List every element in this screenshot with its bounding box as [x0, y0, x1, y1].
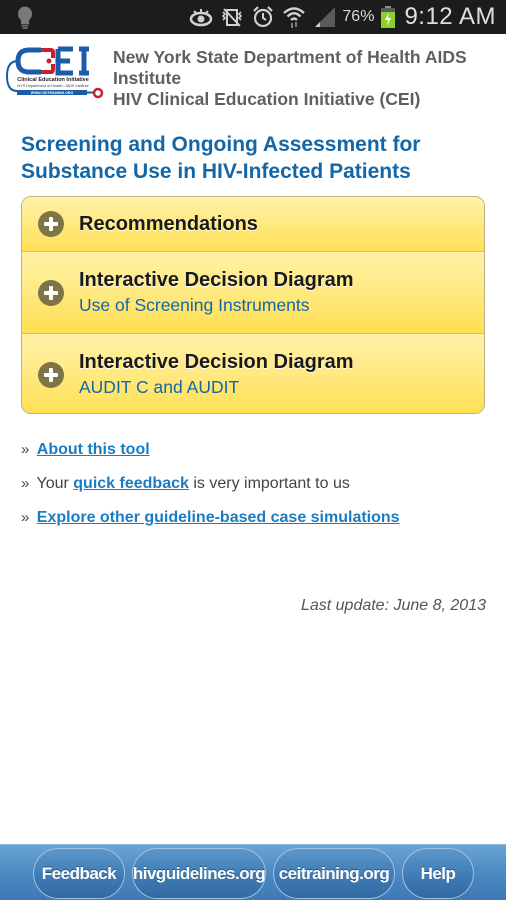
page-title: Screening and Ongoing Assessment for Sub… [21, 133, 421, 183]
ceitraining-button[interactable]: ceitraining.org [273, 848, 395, 899]
help-button[interactable]: Help [402, 848, 474, 899]
explore-row: » Explore other guideline-based case sim… [21, 507, 491, 541]
wifi-icon [283, 7, 306, 28]
lightbulb-icon [18, 6, 32, 29]
hivguidelines-button[interactable]: hivguidelines.org [132, 848, 266, 899]
signal-icon [315, 7, 336, 27]
accordion-item-recommendations[interactable]: Recommendations [22, 197, 484, 252]
bullet: » [21, 441, 30, 458]
feedback-row: » Your quick feedback is very important … [21, 473, 491, 507]
bullet: » [21, 509, 30, 526]
feedback-button[interactable]: Feedback [33, 848, 125, 899]
clock: 9:12 AM [404, 3, 496, 30]
about-link[interactable]: About this tool [37, 441, 150, 458]
battery-charging-icon [381, 6, 396, 28]
logo-subtitle: Clinical Education Initiative [17, 77, 89, 83]
eye-icon [190, 9, 213, 27]
logo-line2: NYS Department of Health • AIDS Institut… [17, 84, 88, 88]
vibrate-mute-icon [222, 8, 243, 27]
logo-url: WWW.CEITRAINING.ORG [31, 91, 74, 95]
accordion-item-audit[interactable]: Interactive Decision Diagram AUDIT C and… [22, 334, 484, 413]
accordion-item-title: Interactive Decision Diagram [79, 351, 354, 373]
accordion-item-title: Interactive Decision Diagram [79, 269, 354, 291]
org-line-1: New York State Department of Health AIDS… [113, 47, 467, 88]
accordion-menu: Recommendations Interactive Decision Dia… [21, 196, 485, 414]
expand-plus-icon [38, 211, 64, 237]
accordion-item-title: Recommendations [79, 212, 258, 235]
quick-feedback-link[interactable]: quick feedback [73, 475, 189, 492]
accordion-item-subtitle: Use of Screening Instruments [79, 295, 310, 315]
expand-plus-icon [38, 361, 64, 388]
organization-name: New York State Department of Health AIDS… [113, 47, 503, 110]
feedback-suffix: is very important to us [193, 475, 350, 492]
last-update: Last update: June 8, 2013 [300, 597, 486, 614]
app-header: Clinical Education Initiative NYS Depart… [0, 36, 506, 116]
bullet: » [21, 475, 30, 492]
expand-plus-icon [38, 279, 64, 306]
status-bar: 76% 9:12 AM [0, 0, 506, 34]
cei-logo[interactable]: Clinical Education Initiative NYS Depart… [3, 44, 105, 104]
accordion-item-subtitle: AUDIT C and AUDIT [79, 377, 240, 397]
org-line-2: HIV Clinical Education Initiative (CEI) [113, 89, 421, 109]
feedback-prefix: Your [36, 475, 69, 492]
explore-simulations-link[interactable]: Explore other guideline-based case simul… [37, 509, 400, 526]
bottom-nav-bar: Feedback hivguidelines.org ceitraining.o… [0, 844, 506, 900]
alarm-icon [253, 6, 274, 28]
accordion-item-screening-instruments[interactable]: Interactive Decision Diagram Use of Scre… [22, 252, 484, 334]
info-links: » About this tool » Your quick feedback … [21, 439, 491, 541]
about-row: » About this tool [21, 439, 491, 473]
battery-percent: 76% [342, 8, 375, 25]
